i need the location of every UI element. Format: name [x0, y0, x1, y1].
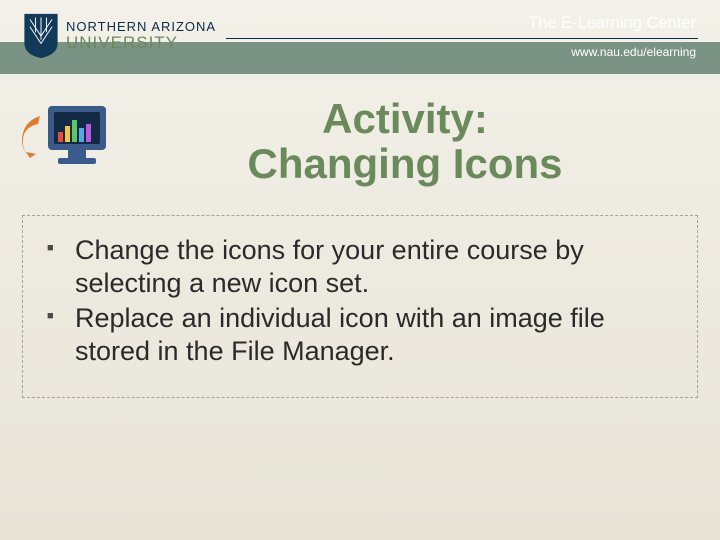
content-box: Change the icons for your entire course …	[22, 215, 698, 399]
nau-logo: NORTHERN ARIZONA UNIVERSITY	[22, 12, 216, 60]
list-item: Change the icons for your entire course …	[47, 234, 673, 300]
slide-title-line2: Changing Icons	[248, 140, 563, 187]
slide-header: NORTHERN ARIZONA UNIVERSITY The E-Learni…	[0, 0, 720, 78]
logo-text-bottom: UNIVERSITY	[66, 34, 216, 52]
bullet-list: Change the icons for your entire course …	[47, 234, 673, 368]
logo-text-top: NORTHERN ARIZONA	[66, 20, 216, 34]
elearning-center-title: The E-Learning Center	[528, 14, 696, 33]
elearning-url: www.nau.edu/elearning	[528, 45, 696, 59]
nau-shield-icon	[22, 12, 60, 60]
list-item: Replace an individual icon with an image…	[47, 302, 673, 368]
slide-title-line1: Activity:	[322, 95, 488, 142]
activity-monitor-icon	[18, 98, 118, 176]
